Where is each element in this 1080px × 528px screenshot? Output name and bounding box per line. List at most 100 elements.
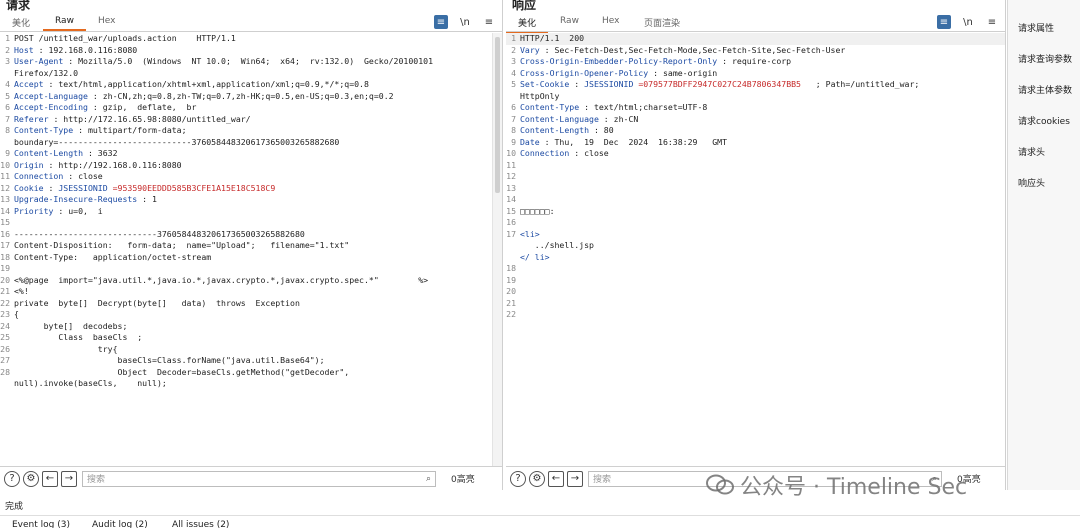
response-menu-icon[interactable]: ≡ bbox=[985, 15, 999, 29]
request-line: 25 Class baseCls ; bbox=[0, 332, 492, 344]
response-tab-pretty[interactable]: 美化 bbox=[505, 16, 549, 34]
settings-gear-icon[interactable]: ⚙ bbox=[23, 470, 39, 487]
line-content: try{ bbox=[14, 343, 118, 354]
all-issues-tab[interactable]: All issues (2) bbox=[172, 520, 229, 528]
line-number: 14 bbox=[506, 194, 516, 204]
inspector-response-headers[interactable]: 响应头 bbox=[1018, 176, 1045, 189]
line-number: 22 bbox=[0, 297, 10, 308]
request-tools: ≡ \n ≡ bbox=[434, 14, 496, 30]
request-line: 10 Origin : http://192.168.0.116:8080 bbox=[0, 160, 492, 172]
line-content: Content-Type : text/html;charset=UTF-8 bbox=[520, 102, 708, 112]
line-number: 12 bbox=[0, 182, 10, 193]
line-content: HTTP/1.1 200 bbox=[520, 33, 585, 43]
inspector-cookies[interactable]: 请求cookies bbox=[1018, 114, 1070, 127]
line-number: 20 bbox=[506, 286, 516, 296]
request-line: 3 User-Agent : Mozilla/5.0 (Windows NT 10… bbox=[0, 56, 492, 68]
inspector-sidebar: 请求属性 请求查询参数 请求主体参数 请求cookies 请求头 响应头 bbox=[1007, 0, 1080, 490]
help-icon[interactable]: ? bbox=[4, 470, 20, 487]
line-content: -----------------------------37605844832… bbox=[14, 228, 305, 239]
request-line: 1 POST /untitled_war/uploads.action HTTP/… bbox=[0, 33, 492, 45]
response-line: 17 <li> bbox=[506, 229, 1005, 241]
response-tab-render[interactable]: 页面渲染 bbox=[644, 16, 680, 29]
request-line: 5 Accept-Language : zh-CN,zh;q=0.8,zh-TW;… bbox=[0, 91, 492, 103]
next-match-icon[interactable]: → bbox=[567, 470, 583, 487]
settings-gear-icon[interactable]: ⚙ bbox=[529, 470, 545, 487]
line-number: 14 bbox=[0, 205, 10, 216]
line-content: Content-Length : 3632 bbox=[14, 148, 118, 158]
inspector-request-attributes[interactable]: 请求属性 bbox=[1018, 21, 1054, 34]
line-content: <li> bbox=[520, 228, 540, 239]
line-content: Host : 192.168.0.116:8080 bbox=[14, 44, 138, 55]
response-line: 6 Content-Type : text/html;charset=UTF-8 bbox=[506, 102, 1005, 114]
line-number: 22 bbox=[506, 309, 516, 319]
line-number: 19 bbox=[506, 274, 516, 285]
line-content: <%! bbox=[14, 286, 29, 296]
request-line: 17 Content-Disposition: form-data; name="… bbox=[0, 240, 492, 252]
response-tab-raw[interactable]: Raw bbox=[560, 16, 579, 26]
inspector-query-params[interactable]: 请求查询参数 bbox=[1018, 52, 1072, 65]
request-editor[interactable]: 1 POST /untitled_war/uploads.action HTTP/… bbox=[0, 33, 492, 466]
response-newline-toggle-icon[interactable]: \n bbox=[961, 15, 975, 29]
response-line: 3 Cross-Origin-Embedder-Policy-Report-Onl… bbox=[506, 56, 1005, 68]
request-menu-icon[interactable]: ≡ bbox=[482, 15, 496, 29]
request-search-input[interactable]: 搜索 ⌕ bbox=[82, 470, 436, 487]
line-number: 7 bbox=[511, 113, 516, 124]
request-line: 19 bbox=[0, 263, 492, 275]
response-tab-hex[interactable]: Hex bbox=[602, 16, 619, 26]
line-number: 23 bbox=[0, 309, 10, 319]
line-number: 9 bbox=[5, 148, 10, 158]
request-line: 15 bbox=[0, 217, 492, 229]
line-number: 2 bbox=[5, 44, 10, 55]
line-number: 13 bbox=[506, 182, 516, 193]
line-content: Content-Disposition: form-data; name="Up… bbox=[14, 240, 350, 250]
line-number: 10 bbox=[0, 159, 10, 170]
request-newline-toggle-icon[interactable]: \n bbox=[458, 15, 472, 29]
request-line: 14 Priority : u=0, i bbox=[0, 206, 492, 218]
search-icon: ⌕ bbox=[425, 473, 431, 484]
event-log-tab[interactable]: Event log (3) bbox=[12, 520, 70, 528]
request-pretty-toggle-icon[interactable]: ≡ bbox=[434, 15, 448, 29]
response-pretty-toggle-icon[interactable]: ≡ bbox=[937, 15, 951, 29]
line-content: Connection : close bbox=[520, 148, 609, 158]
line-content: Connection : close bbox=[14, 171, 103, 181]
request-line: 2 Host : 192.168.0.116:8080 bbox=[0, 45, 492, 57]
response-line: 5 Set-Cookie : JSESSIONID =079577BDFF2947… bbox=[506, 79, 1005, 91]
request-line: 9 Content-Length : 3632 bbox=[0, 148, 492, 160]
line-number: 7 bbox=[5, 113, 10, 124]
request-line: 27 baseCls=Class.forName("java.util.Base… bbox=[0, 355, 492, 367]
line-content: User-Agent : Mozilla/5.0 (Windows NT 10.… bbox=[14, 56, 433, 66]
inspector-body-params[interactable]: 请求主体参数 bbox=[1018, 83, 1072, 96]
log-tabs: Event log (3) Audit log (2) All issues (… bbox=[0, 515, 1080, 528]
inspector-request-headers[interactable]: 请求头 bbox=[1018, 145, 1045, 158]
request-tab-raw[interactable]: Raw bbox=[43, 16, 86, 31]
request-scrollbar[interactable] bbox=[492, 33, 502, 466]
line-content: Firefox/132.0 bbox=[14, 67, 79, 78]
response-line: </ li> bbox=[506, 252, 1005, 264]
prev-match-icon[interactable]: ← bbox=[42, 470, 58, 487]
request-line: boundary=---------------------------3760… bbox=[0, 137, 492, 149]
request-line: 20 <%@page import="java.util.*,java.io.*,… bbox=[0, 275, 492, 287]
response-line: 18 bbox=[506, 263, 1005, 275]
line-number: 4 bbox=[511, 67, 516, 78]
request-line: 18 Content-Type: application/octet-stream bbox=[0, 252, 492, 264]
response-title: 响应 bbox=[512, 0, 537, 12]
response-line: 16 bbox=[506, 217, 1005, 229]
help-icon[interactable]: ? bbox=[510, 470, 526, 487]
line-number: 13 bbox=[0, 194, 10, 204]
line-number: 19 bbox=[0, 263, 10, 273]
line-content: <%@page import="java.util.*,java.io.*,ja… bbox=[14, 274, 429, 285]
request-scrollbar-thumb[interactable] bbox=[495, 37, 500, 193]
audit-log-tab[interactable]: Audit log (2) bbox=[92, 520, 148, 528]
response-line: 9 Date : Thu, 19 Dec 2024 16:38:29 GMT bbox=[506, 137, 1005, 149]
line-number bbox=[0, 137, 14, 149]
request-tab-pretty[interactable]: 美化 bbox=[12, 16, 30, 29]
line-content: private byte[] Decrypt(byte[] data) thro… bbox=[14, 297, 300, 308]
next-match-icon[interactable]: → bbox=[61, 470, 77, 487]
response-editor[interactable]: 1 HTTP/1.1 200 2 Vary : Sec-Fetch-Dest,Sec-… bbox=[506, 33, 1005, 466]
prev-match-icon[interactable]: ← bbox=[548, 470, 564, 487]
request-line: 13 Upgrade-Insecure-Requests : 1 bbox=[0, 194, 492, 206]
request-tab-hex[interactable]: Hex bbox=[98, 16, 115, 26]
response-line: 13 bbox=[506, 183, 1005, 195]
line-content: Accept : text/html,application/xhtml+xml… bbox=[14, 79, 369, 89]
line-number: 11 bbox=[0, 171, 10, 181]
